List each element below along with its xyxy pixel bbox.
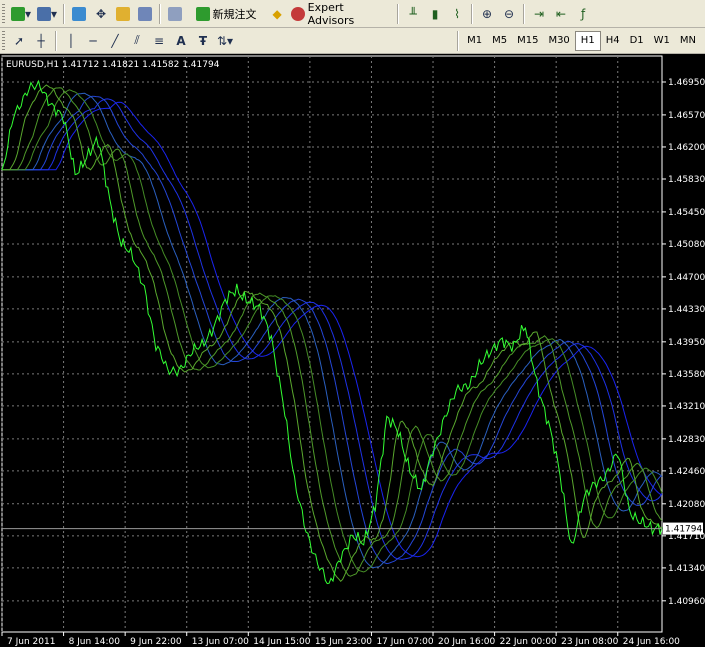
chart-header: EURUSD,H1 1.41712 1.41821 1.41582 1.4179… <box>6 60 220 70</box>
main-toolbar: ▾ ▾ ✥ 新規注文 ◆ Expert Advisors ╨ ▮ ⌇ ⊕ ⊖ ⇥… <box>0 0 705 28</box>
toolbar-separator <box>457 30 460 51</box>
x-tick-label: 23 Jun 08:00 <box>561 637 618 647</box>
new-chart-icon[interactable]: ▾ <box>9 4 33 24</box>
timeframe-h1-button[interactable]: H1 <box>574 30 601 51</box>
y-tick-label: 1.42460 <box>668 467 705 477</box>
zoom-out-icon[interactable]: ⊖ <box>499 4 519 24</box>
y-tick-label: 1.45080 <box>668 240 705 250</box>
expert-advisors-icon <box>291 6 305 21</box>
fibonacci-icon[interactable]: ≡ <box>149 31 169 51</box>
cursor-icon[interactable]: ➚ <box>9 31 29 51</box>
y-tick-label: 1.45450 <box>668 208 705 218</box>
plot-frame <box>1 55 663 633</box>
y-tick-label: 1.46950 <box>668 78 705 88</box>
y-tick-label: 1.41340 <box>668 564 705 574</box>
x-tick-label: 13 Jun 07:00 <box>192 637 249 647</box>
terminal-icon[interactable] <box>135 4 155 24</box>
x-tick-label: 17 Jun 07:00 <box>376 637 433 647</box>
y-tick-label: 1.43210 <box>668 402 705 412</box>
metaeditor-icon[interactable]: ◆ <box>267 4 287 24</box>
y-tick-label: 1.40960 <box>668 597 705 607</box>
indicators-icon[interactable]: ƒ <box>573 4 593 24</box>
drawing-toolbar: ➚ ┼ │ ─ ╱ ⫽ ≡ A Ŧ ⇅▾ M1 M5 M15 M30 H1 H4 D1 W1 M… <box>0 28 705 54</box>
toolbar-separator <box>55 30 57 51</box>
timeframe-group: M1 M5 M15 M30 H1 H4 D1 W1 MN <box>462 30 701 51</box>
y-tick-label: 1.44330 <box>668 305 705 315</box>
x-tick-label: 24 Jun 16:00 <box>623 637 680 647</box>
chart-area[interactable]: 1.46950 1.46570 1.46200 1.45830 1.45450 1.450… <box>0 54 705 647</box>
toolbar-separator <box>397 3 400 24</box>
horizontal-line-icon[interactable]: ─ <box>83 31 103 51</box>
current-price-label: 1.41794 <box>665 525 702 535</box>
moving-average-line <box>2 98 663 560</box>
timeframe-mn-button[interactable]: MN <box>675 31 701 51</box>
x-tick-label: 8 Jun 14:00 <box>69 637 121 647</box>
timeframe-m1-button[interactable]: M1 <box>462 31 487 51</box>
trendline-icon[interactable]: ╱ <box>105 31 125 51</box>
timeframe-w1-button[interactable]: W1 <box>649 31 675 51</box>
data-window-icon[interactable]: ✥ <box>91 4 111 24</box>
text-label-icon[interactable]: Ŧ <box>193 31 213 51</box>
navigator-icon[interactable] <box>113 4 133 24</box>
x-tick-label: 22 Jun 00:00 <box>500 637 557 647</box>
y-tick-label: 1.45830 <box>668 175 705 185</box>
y-tick-label: 1.42080 <box>668 500 705 510</box>
timeframe-m5-button[interactable]: M5 <box>487 31 512 51</box>
x-tick-label: 14 Jun 15:00 <box>253 637 310 647</box>
y-tick-label: 1.42830 <box>668 435 705 445</box>
timeframe-m30-button[interactable]: M30 <box>543 31 574 51</box>
toolbar-grip[interactable] <box>2 3 5 24</box>
new-order-label: 新規注文 <box>212 7 257 21</box>
candlestick-icon[interactable]: ▮ <box>425 4 445 24</box>
y-tick-label: 1.43580 <box>668 370 705 380</box>
chart-shift-icon[interactable]: ⇤ <box>551 4 571 24</box>
new-order-icon <box>195 6 210 21</box>
market-watch-icon[interactable] <box>69 4 89 24</box>
timeframe-h4-button[interactable]: H4 <box>601 31 625 51</box>
arrows-icon[interactable]: ⇅▾ <box>215 31 235 51</box>
toolbar-separator <box>63 3 66 24</box>
x-tick-label: 20 Jun 16:00 <box>438 637 495 647</box>
vertical-line-icon[interactable]: │ <box>61 31 81 51</box>
crosshair-icon[interactable]: ┼ <box>31 31 51 51</box>
zoom-in-icon[interactable]: ⊕ <box>477 4 497 24</box>
y-tick-label: 1.46570 <box>668 111 705 121</box>
y-tick-label: 1.43950 <box>668 338 705 348</box>
x-tick-label: 15 Jun 23:00 <box>315 637 372 647</box>
expert-advisors-button[interactable]: Expert Advisors <box>289 0 393 27</box>
x-tick-label: 9 Jun 22:00 <box>130 637 182 647</box>
profiles-icon[interactable]: ▾ <box>35 4 59 24</box>
bar-chart-icon[interactable]: ╨ <box>403 4 423 24</box>
autoscroll-icon[interactable]: ⇥ <box>529 4 549 24</box>
strategy-tester-icon[interactable] <box>165 4 185 24</box>
toolbar-separator <box>471 3 474 24</box>
equidistant-channel-icon[interactable]: ⫽ <box>127 31 147 51</box>
new-order-button[interactable]: 新規注文 <box>187 4 265 24</box>
toolbar-separator <box>523 3 526 24</box>
expert-advisors-label: Expert Advisors <box>307 0 355 27</box>
toolbar-grip[interactable] <box>2 30 5 51</box>
text-icon[interactable]: A <box>171 31 191 51</box>
y-tick-label: 1.44700 <box>668 273 705 283</box>
timeframe-m15-button[interactable]: M15 <box>512 31 543 51</box>
toolbar-separator <box>159 3 162 24</box>
timeframe-d1-button[interactable]: D1 <box>625 31 649 51</box>
line-chart-icon[interactable]: ⌇ <box>447 4 467 24</box>
price-chart[interactable]: 1.46950 1.46570 1.46200 1.45830 1.45450 1.450… <box>0 54 705 647</box>
x-tick-label: 7 Jun 2011 <box>7 637 55 647</box>
y-tick-label: 1.46200 <box>668 143 705 153</box>
